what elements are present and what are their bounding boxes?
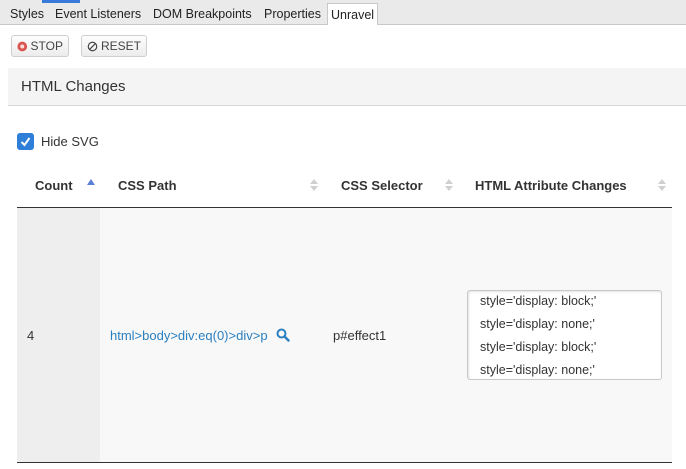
prohibited-icon <box>87 41 98 51</box>
attribute-change-item: style='display: block;' <box>480 294 597 308</box>
hide-svg-filter: Hide SVG <box>17 133 99 150</box>
active-pane-indicator <box>42 0 80 3</box>
sort-both-icon[interactable] <box>445 177 453 193</box>
panel-title: HTML Changes <box>21 78 126 95</box>
column-header-html-attribute-changes[interactable]: HTML Attribute Changes <box>475 178 627 193</box>
attribute-change-item: style='display: none;' <box>480 317 595 331</box>
css-path-link[interactable]: html>body>div:eq(0)>div>p <box>110 328 268 343</box>
sort-both-icon[interactable] <box>310 177 318 193</box>
column-header-count[interactable]: Count <box>35 178 73 193</box>
column-header-css-selector[interactable]: CSS Selector <box>341 178 423 193</box>
sort-ascending-icon[interactable] <box>87 177 95 193</box>
row-count: 4 <box>27 328 35 343</box>
hide-svg-checkbox[interactable] <box>17 133 34 150</box>
stop-button-label: STOP <box>30 39 63 53</box>
sidebar-tab-bar: Styles Event Listeners DOM Breakpoints P… <box>0 0 686 25</box>
attribute-change-item: style='display: block;' <box>480 340 597 354</box>
css-selector-value: p#effect1 <box>333 328 387 343</box>
stop-circle-icon <box>17 41 28 51</box>
checkmark-icon <box>20 137 31 147</box>
search-icon[interactable] <box>276 328 290 342</box>
sort-both-icon[interactable] <box>658 177 666 193</box>
tab-unravel[interactable]: Unravel <box>327 3 379 25</box>
tab-dom-breakpoints[interactable]: DOM Breakpoints <box>153 5 252 25</box>
hide-svg-label: Hide SVG <box>41 134 99 149</box>
stop-button[interactable]: STOP <box>11 35 69 57</box>
panel-header: HTML Changes <box>8 68 686 106</box>
tab-properties[interactable]: Properties <box>264 5 321 25</box>
reset-button-label: RESET <box>100 39 141 53</box>
tab-event-listeners[interactable]: Event Listeners <box>55 5 141 25</box>
tab-styles[interactable]: Styles <box>10 5 44 25</box>
attribute-changes-list[interactable]: style='display: block;' style='display: … <box>467 290 662 380</box>
column-header-css-path[interactable]: CSS Path <box>118 178 177 193</box>
attribute-change-item: style='display: none;' <box>480 363 595 377</box>
reset-button[interactable]: RESET <box>81 35 147 57</box>
table-bottom-divider <box>17 462 672 463</box>
